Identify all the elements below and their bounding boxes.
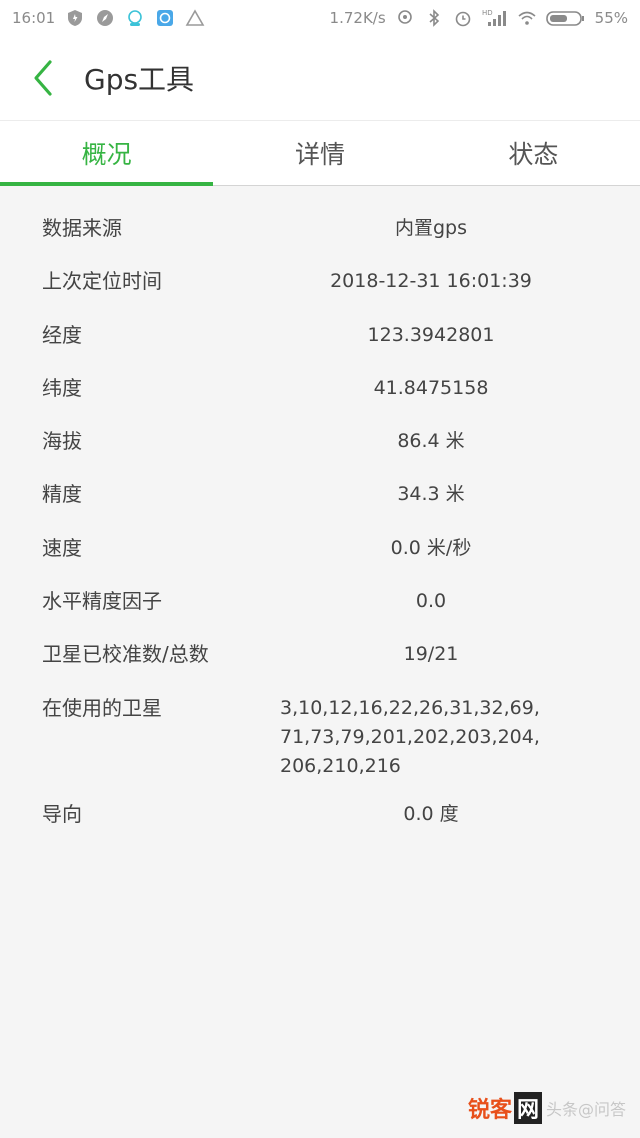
info-value: 0.0 — [415, 590, 447, 613]
warning-triangle-icon — [185, 8, 205, 28]
info-value: 86.4 米 — [397, 430, 465, 453]
info-label: 速度 — [42, 535, 82, 560]
info-row-hdop: 水平精度因子 0.0 — [0, 587, 640, 640]
browser-app-icon — [155, 8, 175, 28]
info-value: 3,10,12,16,22,26,31,32,69,71,73,79,201,2… — [280, 696, 540, 777]
info-label: 导向 — [42, 801, 82, 826]
info-row-bearing: 导向 0.0 度 — [0, 800, 640, 853]
overview-panel: 数据来源 内置gps 上次定位时间 2018-12-31 16:01:39 经度… — [0, 187, 640, 1138]
back-arrow-icon — [34, 60, 52, 96]
tab-status[interactable]: 状态 — [427, 121, 640, 185]
info-label: 经度 — [42, 322, 82, 347]
info-row-altitude: 海拔 86.4 米 — [0, 427, 640, 480]
page-title: Gps工具 — [84, 63, 195, 96]
info-label: 水平精度因子 — [42, 589, 162, 614]
chat-app-icon — [125, 8, 145, 28]
info-list: 数据来源 内置gps 上次定位时间 2018-12-31 16:01:39 经度… — [0, 187, 640, 853]
app-bar: Gps工具 — [0, 36, 640, 120]
signal-icon: HD — [482, 8, 508, 28]
info-value: 34.3 米 — [397, 483, 465, 506]
info-label: 在使用的卫星 — [42, 695, 162, 720]
info-label: 卫星已校准数/总数 — [42, 642, 209, 667]
watermark-part3: 头条@问答 — [545, 1100, 626, 1119]
shield-icon — [65, 8, 85, 28]
info-label: 海拔 — [42, 429, 82, 454]
info-row-speed: 速度 0.0 米/秒 — [0, 534, 640, 587]
info-label: 纬度 — [42, 375, 82, 400]
info-label: 数据来源 — [42, 216, 122, 240]
info-row-longitude: 经度 123.3942801 — [0, 321, 640, 374]
status-time: 16:01 — [12, 9, 56, 27]
tab-bar: 概况 详情 状态 — [0, 120, 640, 186]
watermark: 锐客 网 头条@问答 — [468, 1092, 626, 1124]
status-bar: 16:01 1.72K/s HD 55% — [0, 0, 640, 36]
info-value: 0.0 米/秒 — [390, 536, 472, 559]
info-row-satellites-calibrated: 卫星已校准数/总数 19/21 — [0, 640, 640, 693]
info-value: 19/21 — [403, 643, 459, 666]
info-value: 0.0 度 — [403, 802, 459, 825]
info-label: 精度 — [42, 482, 82, 507]
battery-percent: 55% — [594, 9, 628, 27]
info-value: 内置gps — [394, 217, 468, 239]
hd-label: HD — [482, 9, 493, 17]
back-button[interactable] — [2, 36, 82, 120]
wifi-icon — [517, 8, 537, 28]
tab-details[interactable]: 详情 — [213, 121, 426, 185]
info-value: 2018-12-31 16:01:39 — [330, 270, 532, 293]
info-row-latitude: 纬度 41.8475158 — [0, 374, 640, 427]
info-value: 123.3942801 — [367, 323, 495, 346]
alarm-icon — [453, 8, 473, 28]
info-row-satellites-in-use: 在使用的卫星 3,10,12,16,22,26,31,32,69,71,73,7… — [0, 694, 640, 800]
watermark-part1: 锐客 — [467, 1098, 512, 1123]
info-row-accuracy: 精度 34.3 米 — [0, 480, 640, 533]
location-icon — [395, 8, 415, 28]
watermark-part2: 网 — [513, 1092, 542, 1124]
battery-icon — [545, 8, 586, 28]
compass-icon — [95, 8, 115, 28]
bluetooth-icon — [424, 8, 444, 28]
info-row-last-fix-time: 上次定位时间 2018-12-31 16:01:39 — [0, 267, 640, 320]
info-row-data-source: 数据来源 内置gps — [0, 214, 640, 267]
info-label: 上次定位时间 — [42, 269, 162, 294]
tab-overview[interactable]: 概况 — [0, 121, 214, 186]
info-value: 41.8475158 — [373, 376, 489, 399]
network-speed: 1.72K/s — [329, 9, 386, 27]
